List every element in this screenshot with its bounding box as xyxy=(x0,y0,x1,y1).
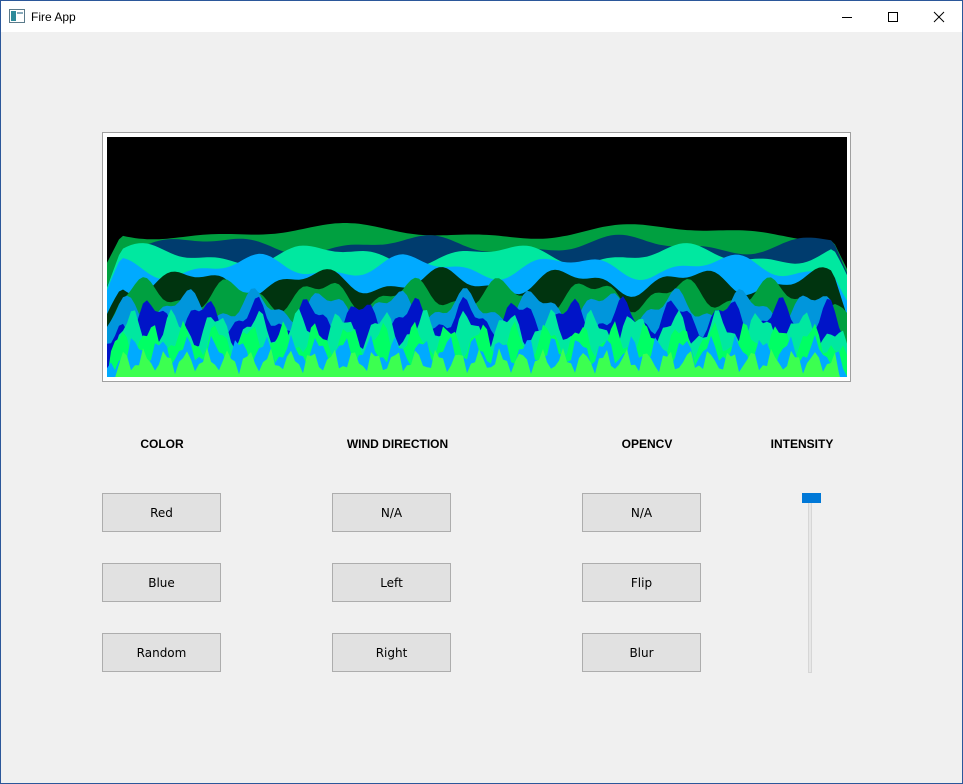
fire-animation-view xyxy=(107,137,847,377)
opencv-blur-button[interactable]: Blur xyxy=(582,633,701,672)
app-icon xyxy=(9,9,25,23)
close-icon xyxy=(933,11,945,23)
opencv-label: OPENCV xyxy=(621,437,673,451)
app-window: Fire App COLOR WIND DIRECTION OPENCV INT… xyxy=(0,0,963,784)
wind-left-button[interactable]: Left xyxy=(332,563,451,602)
color-random-button[interactable]: Random xyxy=(102,633,221,672)
maximize-icon xyxy=(888,12,898,22)
color-blue-button[interactable]: Blue xyxy=(102,563,221,602)
color-red-button[interactable]: Red xyxy=(102,493,221,532)
title-bar: Fire App xyxy=(1,1,962,32)
fire-canvas-frame xyxy=(102,132,851,382)
close-button[interactable] xyxy=(916,1,962,32)
wind-none-button[interactable]: N/A xyxy=(332,493,451,532)
minimize-button[interactable] xyxy=(824,1,870,32)
opencv-none-button[interactable]: N/A xyxy=(582,493,701,532)
wind-right-button[interactable]: Right xyxy=(332,633,451,672)
intensity-slider-thumb[interactable] xyxy=(802,493,821,503)
color-label: COLOR xyxy=(140,437,184,451)
window-title: Fire App xyxy=(31,10,76,24)
opencv-flip-button[interactable]: Flip xyxy=(582,563,701,602)
intensity-slider-track[interactable] xyxy=(808,498,812,673)
intensity-label: INTENSITY xyxy=(770,437,834,451)
minimize-icon xyxy=(842,17,852,18)
wind-direction-label: WIND DIRECTION xyxy=(346,437,449,451)
maximize-button[interactable] xyxy=(870,1,916,32)
